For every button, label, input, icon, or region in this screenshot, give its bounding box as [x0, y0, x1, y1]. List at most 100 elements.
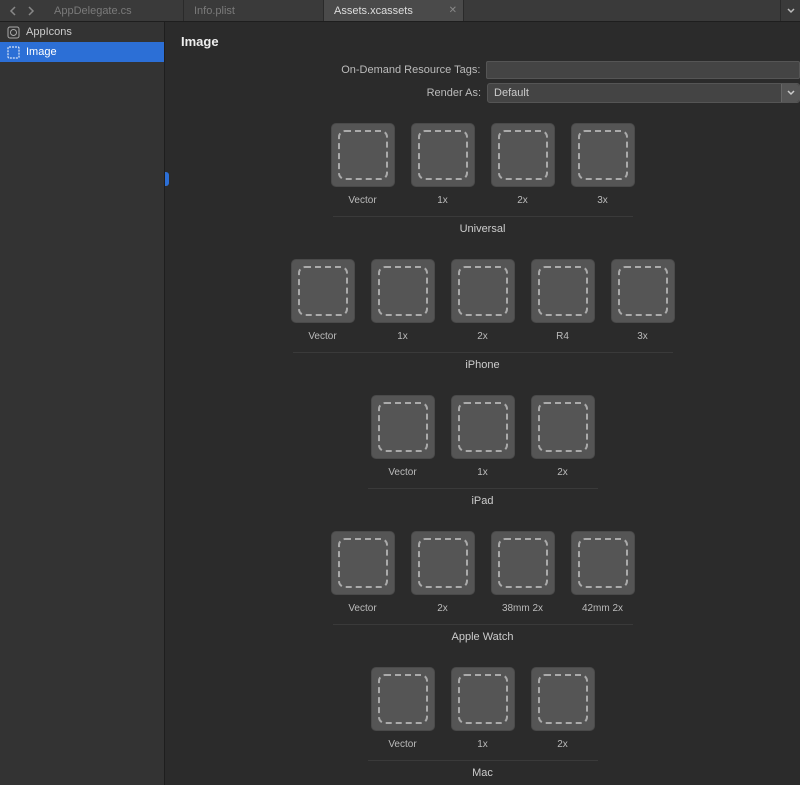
image-well[interactable] [371, 667, 435, 731]
image-well[interactable] [411, 531, 475, 595]
well-col: 2x [449, 259, 517, 342]
chevron-down-icon [781, 84, 799, 102]
well-col: 42mm 2x [569, 531, 637, 614]
forward-button[interactable] [24, 4, 38, 18]
well-col: Vector [369, 395, 437, 478]
image-well[interactable] [531, 395, 595, 459]
close-icon[interactable]: ✕ [449, 5, 457, 16]
image-well[interactable] [531, 259, 595, 323]
well-col: 38mm 2x [489, 531, 557, 614]
well-col: 1x [409, 123, 477, 206]
asset-item-appicons[interactable]: AppIcons [0, 22, 164, 42]
well-col: 2x [529, 667, 597, 750]
well-label: 38mm 2x [502, 603, 543, 614]
wells-row: Vector 1x 2x R4 3x [165, 259, 800, 342]
image-well[interactable] [491, 123, 555, 187]
well-label: Vector [308, 331, 336, 342]
group-apple-watch: Vector 2x 38mm 2x 42mm 2x Apple Watch [165, 531, 800, 643]
image-well[interactable] [371, 395, 435, 459]
well-label: 2x [437, 603, 448, 614]
well-col: 2x [529, 395, 597, 478]
well-label: Vector [388, 467, 416, 478]
well-label: 1x [477, 467, 488, 478]
image-well[interactable] [411, 123, 475, 187]
wells-row: Vector 1x 2x 3x [165, 123, 800, 206]
well-label: R4 [556, 331, 569, 342]
image-well[interactable] [611, 259, 675, 323]
odr-row: On-Demand Resource Tags: [165, 61, 800, 79]
odr-input[interactable] [486, 61, 800, 79]
image-well[interactable] [491, 531, 555, 595]
well-label: 2x [517, 195, 528, 206]
well-label: 2x [557, 467, 568, 478]
well-label: 3x [597, 195, 608, 206]
render-select-value: Default [488, 87, 781, 99]
odr-label: On-Demand Resource Tags: [165, 64, 486, 76]
well-label: Vector [348, 195, 376, 206]
tab-appdelegate[interactable]: AppDelegate.cs [44, 0, 184, 21]
tab-bar: AppDelegate.cs Info.plist Assets.xcasset… [0, 0, 800, 22]
back-button[interactable] [6, 4, 20, 18]
well-col: 2x [409, 531, 477, 614]
image-well[interactable] [451, 259, 515, 323]
well-label: 2x [557, 739, 568, 750]
tab-overflow-button[interactable] [780, 0, 800, 21]
page-title: Image [165, 22, 800, 57]
group-label: iPhone [293, 352, 673, 371]
well-col: Vector [369, 667, 437, 750]
image-well[interactable] [291, 259, 355, 323]
well-label: 1x [477, 739, 488, 750]
wells-row: Vector 1x 2x [165, 667, 800, 750]
well-col: Vector [329, 123, 397, 206]
tab-label: AppDelegate.cs [54, 5, 132, 17]
group-label: Apple Watch [333, 624, 633, 643]
group-ipad: Vector 1x 2x iPad [165, 395, 800, 507]
well-col: 1x [449, 395, 517, 478]
image-well[interactable] [531, 667, 595, 731]
asset-item-image[interactable]: Image [0, 42, 164, 62]
well-col: 1x [449, 667, 517, 750]
appicon-icon [6, 25, 20, 39]
well-label: 3x [637, 331, 648, 342]
well-label: 1x [437, 195, 448, 206]
render-select[interactable]: Default [487, 83, 800, 103]
main-area: AppIcons Image Image On-Demand Resource … [0, 22, 800, 785]
tab-nav [0, 0, 44, 21]
image-well[interactable] [571, 531, 635, 595]
well-label: Vector [348, 603, 376, 614]
well-label: 2x [477, 331, 488, 342]
group-label: Universal [333, 216, 633, 235]
well-col: Vector [289, 259, 357, 342]
render-row: Render As: Default [165, 83, 800, 103]
image-well[interactable] [571, 123, 635, 187]
well-col: 1x [369, 259, 437, 342]
well-col: 2x [489, 123, 557, 206]
image-well[interactable] [331, 123, 395, 187]
asset-item-label: AppIcons [26, 26, 72, 38]
well-col: 3x [569, 123, 637, 206]
image-well[interactable] [371, 259, 435, 323]
content-pane: Image On-Demand Resource Tags: Render As… [165, 22, 800, 785]
tab-infoplist[interactable]: Info.plist [184, 0, 324, 21]
well-groups: Vector 1x 2x 3x Universal Vector 1x 2x R4 3x iPhon… [165, 107, 800, 785]
render-label: Render As: [165, 87, 487, 99]
tab-assets[interactable]: Assets.xcassets ✕ [324, 0, 464, 21]
scroll-marker [165, 172, 169, 186]
group-label: iPad [368, 488, 598, 507]
asset-item-label: Image [26, 46, 57, 58]
well-col: R4 [529, 259, 597, 342]
group-universal: Vector 1x 2x 3x Universal [165, 123, 800, 235]
image-well[interactable] [331, 531, 395, 595]
tab-label: Info.plist [194, 5, 235, 17]
group-iphone: Vector 1x 2x R4 3x iPhone [165, 259, 800, 371]
image-well[interactable] [451, 395, 515, 459]
wells-row: Vector 2x 38mm 2x 42mm 2x [165, 531, 800, 614]
group-mac: Vector 1x 2x Mac [165, 667, 800, 779]
group-label: Mac [368, 760, 598, 779]
well-label: Vector [388, 739, 416, 750]
tab-label: Assets.xcassets [334, 5, 413, 17]
wells-row: Vector 1x 2x [165, 395, 800, 478]
well-col: Vector [329, 531, 397, 614]
well-label: 1x [397, 331, 408, 342]
image-well[interactable] [451, 667, 515, 731]
